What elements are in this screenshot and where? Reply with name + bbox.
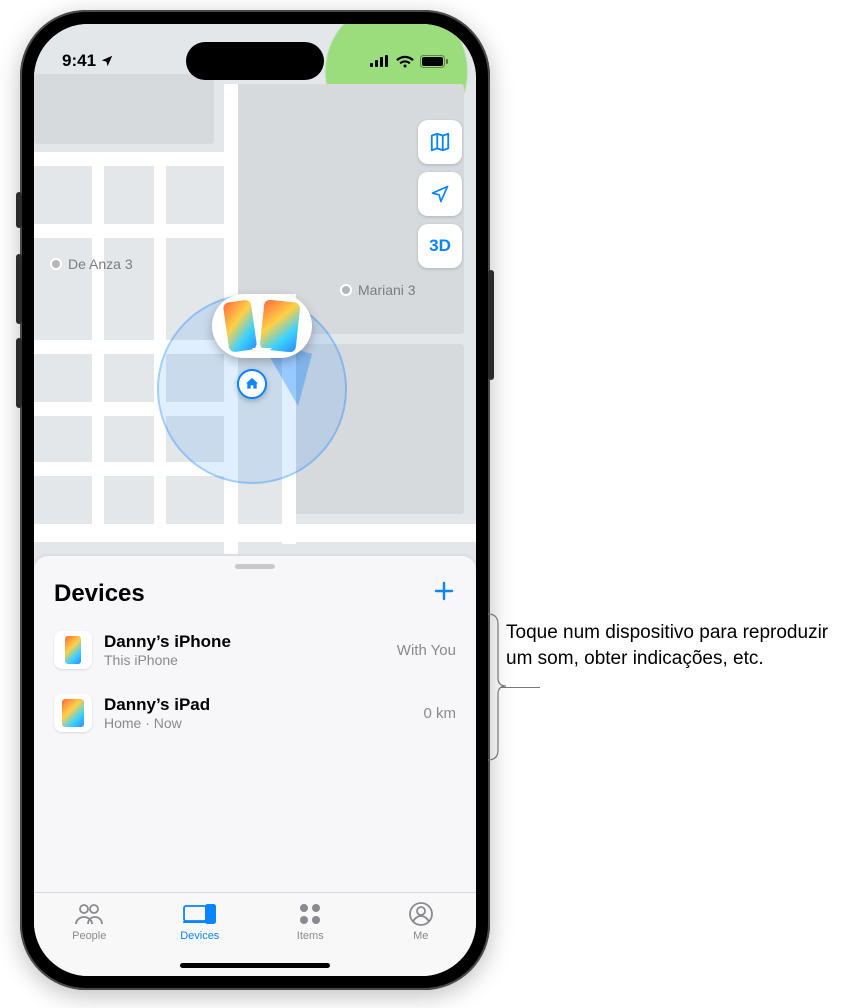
devices-sheet[interactable]: Devices Danny’s iPhone This iPhone With … [34,556,476,976]
map-controls: 3D [418,120,462,268]
map-poi-label: De Anza 3 [68,256,133,272]
home-indicator[interactable] [180,963,330,968]
map-marker-ipad [259,299,300,352]
me-icon [409,902,433,926]
device-thumb-iphone [54,631,92,669]
map-style-button[interactable] [418,120,462,164]
device-meta: With You [397,642,456,659]
device-list: Danny’s iPhone This iPhone With You Dann… [34,619,476,892]
devices-icon [183,902,217,926]
callout-leader-line [500,687,540,688]
device-row-ipad[interactable]: Danny’s iPad Home · Now 0 km [34,682,476,745]
map-devices-cluster[interactable] [212,294,312,358]
map-3d-button[interactable]: 3D [418,224,462,268]
people-icon [74,902,104,926]
items-icon [298,902,322,926]
tab-label: Devices [180,930,219,942]
dynamic-island [186,42,324,80]
map-poi-mariani[interactable]: Mariani 3 [340,282,416,298]
map-icon [429,131,451,153]
tab-label: Items [297,930,324,942]
volume-down-button [16,338,22,408]
home-icon [244,376,260,392]
three-d-label: 3D [429,236,451,256]
device-meta: 0 km [423,705,456,722]
recenter-button[interactable] [418,172,462,216]
battery-icon [420,55,448,68]
tab-devices[interactable]: Devices [145,901,256,942]
device-name: Danny’s iPad [104,695,411,715]
location-services-icon [100,54,114,68]
tab-label: Me [413,930,428,942]
tab-items[interactable]: Items [255,901,366,942]
add-device-button[interactable] [432,579,456,609]
tab-people[interactable]: People [34,901,145,942]
iphone-frame: 9:41 [20,10,490,990]
home-location-pin[interactable] [237,369,267,399]
device-name: Danny’s iPhone [104,632,385,652]
mute-switch [16,192,22,228]
tab-me[interactable]: Me [366,901,477,942]
side-button [488,270,494,380]
device-row-iphone[interactable]: Danny’s iPhone This iPhone With You [34,619,476,682]
map-poi-label: Mariani 3 [358,282,416,298]
iphone-figure: 9:41 [20,10,490,990]
wifi-icon [396,55,414,68]
status-right [370,55,448,68]
location-arrow-icon [430,184,450,204]
status-left: 9:41 [62,51,114,71]
cellular-signal-icon [370,55,390,67]
map-marker-iphone [223,299,258,352]
device-thumb-ipad [54,694,92,732]
status-time: 9:41 [62,51,96,71]
callout-text: Toque num dispositivo para reproduzir um… [506,620,836,671]
map-poi-de-anza[interactable]: De Anza 3 [50,256,133,272]
screen: 9:41 [34,24,476,976]
device-subtitle: This iPhone [104,652,385,668]
tab-label: People [72,930,106,942]
volume-up-button [16,254,22,324]
device-subtitle: Home · Now [104,715,411,731]
sheet-header: Devices [34,575,476,619]
sheet-title: Devices [54,580,145,608]
plus-icon [432,579,456,603]
sheet-grabber[interactable] [235,564,275,569]
